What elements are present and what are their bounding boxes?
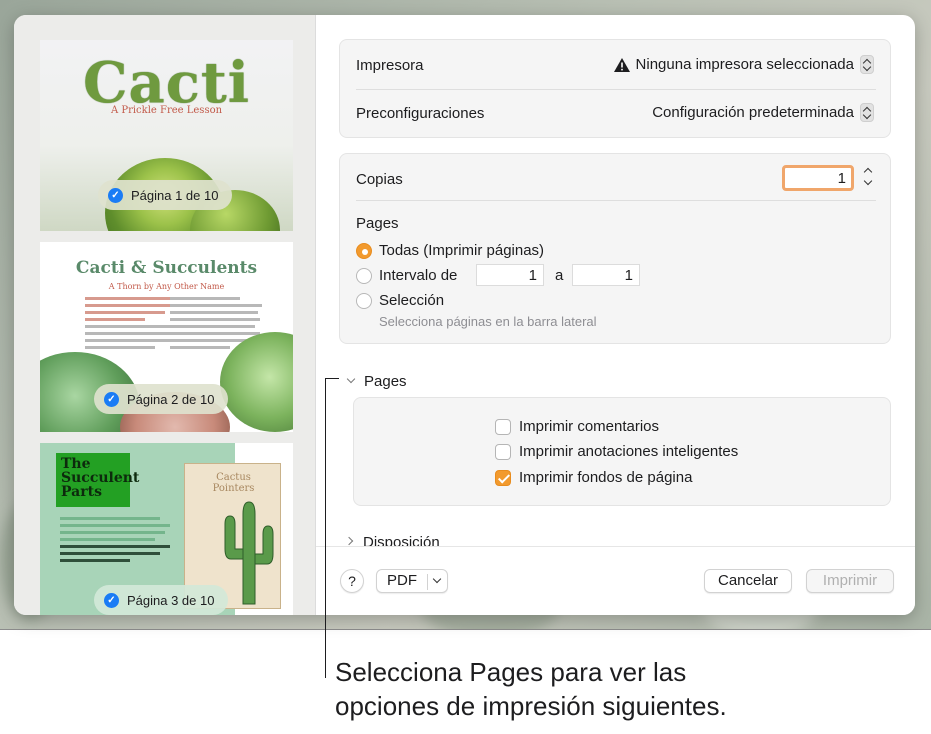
thumbnail-title: Cacti & Succulents bbox=[75, 258, 258, 278]
pdf-menu-button[interactable]: PDF bbox=[376, 569, 448, 593]
divider bbox=[356, 200, 876, 201]
range-from-input[interactable]: 1 bbox=[476, 264, 544, 286]
page-selected-badge: ✓ Página 2 de 10 bbox=[94, 384, 229, 414]
print-comments-checkbox[interactable] bbox=[495, 419, 511, 435]
print-smart-annotations-checkbox[interactable] bbox=[495, 444, 511, 460]
presets-label: Preconfiguraciones bbox=[356, 105, 485, 122]
text-column bbox=[60, 517, 170, 566]
print-backgrounds-checkbox[interactable] bbox=[495, 470, 511, 486]
pages-section-label: Pages bbox=[356, 215, 399, 232]
thumbnail-subtitle: A Prickle Free Lesson bbox=[110, 105, 223, 116]
printer-panel: Impresora Ninguna impresora seleccionada… bbox=[339, 39, 891, 138]
chevron-up-icon bbox=[863, 167, 873, 177]
range-separator: a bbox=[555, 267, 564, 284]
disclosure-chevron-down-icon[interactable] bbox=[346, 374, 356, 384]
page-number-label: Página 3 de 10 bbox=[127, 592, 215, 608]
copies-pages-panel: Copias 1 Pages Todas (Imprimir páginas) … bbox=[339, 153, 891, 344]
print-backgrounds-label[interactable]: Imprimir fondos de página bbox=[519, 469, 692, 486]
pages-range-label[interactable]: Intervalo de bbox=[379, 267, 457, 284]
cancel-button[interactable]: Cancelar bbox=[704, 569, 792, 593]
chevron-down-icon bbox=[863, 176, 873, 186]
print-button[interactable]: Imprimir bbox=[806, 569, 894, 593]
callout-tick bbox=[325, 378, 339, 379]
pages-selection-radio[interactable] bbox=[356, 293, 372, 309]
pages-range-radio[interactable] bbox=[356, 268, 372, 284]
copies-input[interactable]: 1 bbox=[782, 165, 854, 191]
disclosure-chevron-right-icon[interactable] bbox=[344, 536, 354, 546]
printer-select[interactable]: Ninguna impresora seleccionada bbox=[613, 55, 874, 74]
copies-label: Copias bbox=[356, 171, 403, 188]
page-selected-badge: ✓ Página 1 de 10 bbox=[98, 180, 233, 210]
checkmark-icon: ✓ bbox=[104, 592, 119, 608]
select-stepper-icon bbox=[860, 55, 874, 74]
dialog-footer: ? PDF Cancelar Imprimir bbox=[316, 546, 915, 615]
divider bbox=[427, 574, 428, 590]
page-thumbnail-1[interactable]: Cacti A Prickle Free Lesson ✓ Página 1 d… bbox=[40, 40, 293, 231]
thumbnail-subtitle: A Thorn by Any Other Name bbox=[108, 282, 225, 291]
printer-value: Ninguna impresora seleccionada bbox=[635, 56, 854, 73]
pages-all-label[interactable]: Todas (Imprimir páginas) bbox=[379, 242, 544, 259]
pages-all-radio[interactable] bbox=[356, 243, 372, 259]
chevron-down-icon bbox=[432, 574, 442, 584]
page-number-label: Página 2 de 10 bbox=[127, 391, 215, 407]
printer-label: Impresora bbox=[356, 57, 424, 74]
help-button[interactable]: ? bbox=[340, 569, 364, 593]
page-number-label: Página 1 de 10 bbox=[131, 187, 219, 203]
pages-options-panel: Imprimir comentarios Imprimir anotacione… bbox=[353, 397, 891, 506]
thumbnail-title: The Succulent Parts bbox=[56, 453, 139, 507]
page-selected-badge: ✓ Página 3 de 10 bbox=[94, 585, 229, 615]
checkmark-icon: ✓ bbox=[104, 391, 119, 407]
copies-stepper[interactable] bbox=[862, 165, 877, 189]
divider bbox=[356, 89, 876, 90]
pdf-label: PDF bbox=[387, 572, 417, 589]
pages-options-header[interactable]: Pages bbox=[364, 373, 407, 390]
warning-icon bbox=[613, 57, 630, 72]
page-thumbnail-sidebar[interactable]: Cacti A Prickle Free Lesson ✓ Página 1 d… bbox=[14, 15, 316, 615]
text-column bbox=[85, 297, 180, 353]
page-thumbnail-3[interactable]: The Succulent Parts Cactus Pointers ✓ Pá… bbox=[40, 443, 293, 615]
pages-selection-hint: Selecciona páginas en la barra lateral bbox=[379, 314, 597, 329]
select-stepper-icon bbox=[860, 103, 874, 122]
page-thumbnail-2[interactable]: Cacti & Succulents A Thorn by Any Other … bbox=[40, 242, 293, 432]
print-dialog: Cacti A Prickle Free Lesson ✓ Página 1 d… bbox=[14, 15, 915, 615]
callout-text: Selecciona Pages para ver las opciones d… bbox=[335, 657, 727, 721]
pages-selection-label[interactable]: Selección bbox=[379, 292, 444, 309]
print-smart-annotations-label[interactable]: Imprimir anotaciones inteligentes bbox=[519, 443, 738, 460]
callout-line bbox=[325, 378, 326, 678]
checkmark-icon: ✓ bbox=[108, 187, 123, 203]
print-comments-label[interactable]: Imprimir comentarios bbox=[519, 418, 659, 435]
range-to-input[interactable]: 1 bbox=[572, 264, 640, 286]
presets-value: Configuración predeterminada bbox=[652, 104, 854, 121]
presets-select[interactable]: Configuración predeterminada bbox=[652, 103, 874, 122]
